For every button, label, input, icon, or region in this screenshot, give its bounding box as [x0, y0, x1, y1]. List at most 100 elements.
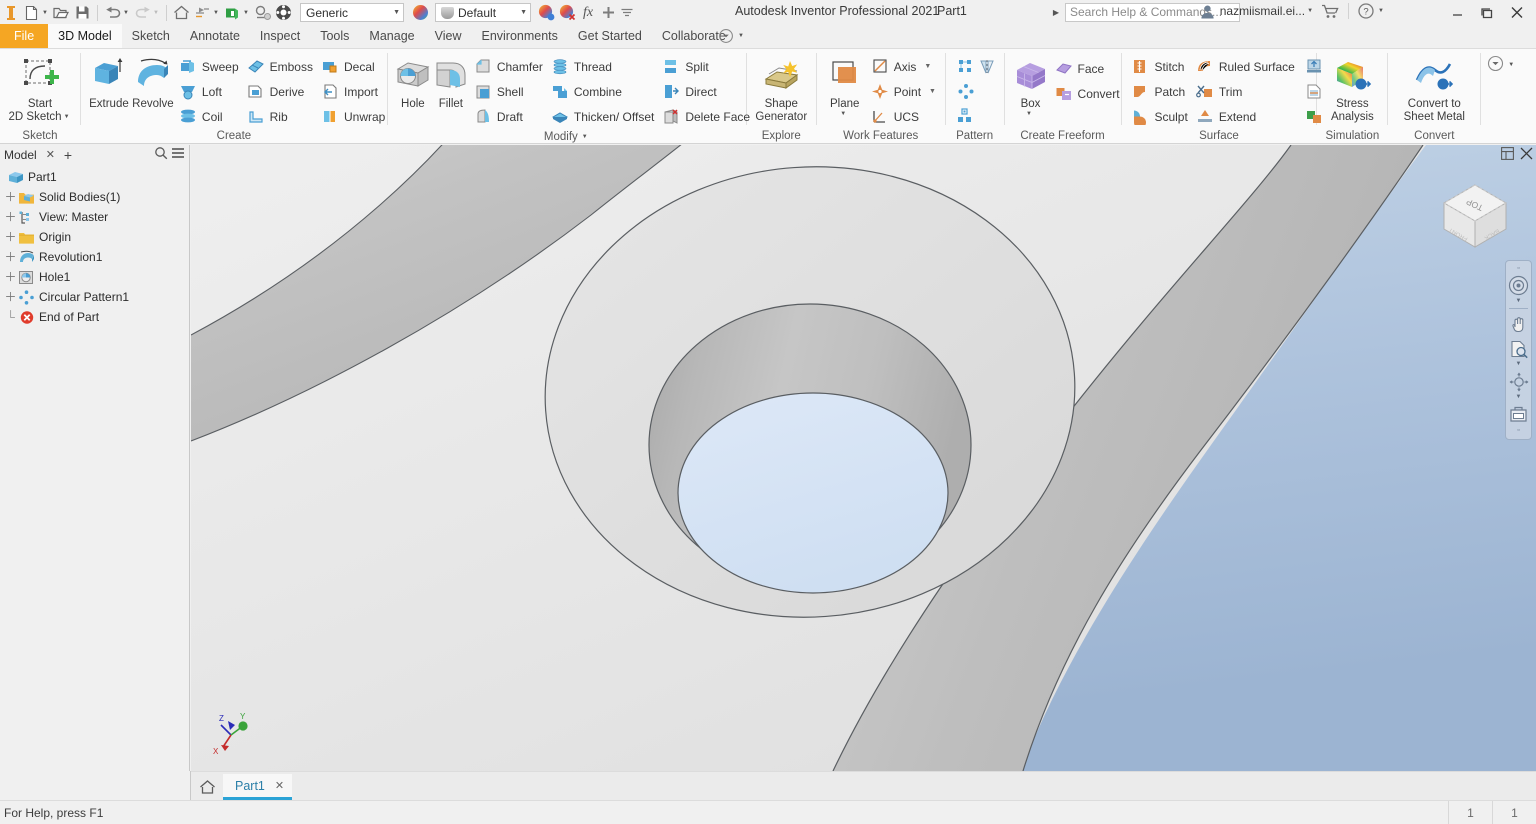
navbar-grip-bottom-icon[interactable]: ▫ [1517, 427, 1519, 435]
tree-item-origin[interactable]: ＋ Origin [0, 227, 189, 247]
face-button[interactable]: Face [1051, 56, 1124, 81]
expand-icon-circular-pattern1[interactable]: ＋ [4, 291, 17, 303]
select-icon[interactable] [252, 2, 273, 23]
appearance-browser-icon[interactable] [410, 2, 431, 23]
chevron-down-icon[interactable]: ▼ [387, 9, 400, 16]
expand-icon-solid-bodies[interactable]: ＋ [4, 191, 17, 203]
undo-icon[interactable] [102, 2, 123, 23]
orbit-caret-icon[interactable]: ▼ [1516, 394, 1522, 402]
tree-item-view-master[interactable]: ＋ View: Master [0, 207, 189, 227]
thicken-offset-button[interactable]: Thicken/ Offset [547, 104, 658, 129]
combine-button[interactable]: Combine [547, 79, 658, 104]
fillet-button[interactable]: Fillet [432, 52, 470, 111]
emboss-button[interactable]: Emboss [243, 54, 317, 79]
panel-title-modify[interactable]: Modify ▼ [388, 129, 746, 144]
wheel-caret-icon[interactable]: ▼ [1516, 298, 1522, 306]
split-button[interactable]: Split [658, 54, 754, 79]
sculpt-button[interactable]: Sculpt [1127, 104, 1191, 129]
expand-icon-origin[interactable]: ＋ [4, 231, 17, 243]
direct-button[interactable]: Direct [658, 79, 754, 104]
sweep-button[interactable]: Sweep [175, 54, 243, 79]
tab-inspect[interactable]: Inspect [250, 24, 310, 48]
close-button[interactable] [1502, 1, 1532, 25]
redo-icon[interactable] [132, 2, 153, 23]
decal-button[interactable]: Decal [317, 54, 389, 79]
restore-button[interactable] [1472, 1, 1502, 25]
shell-button[interactable]: Shell [470, 79, 547, 104]
tree-item-revolution1[interactable]: ＋ Revolution1 [0, 247, 189, 267]
model-browser-add-icon[interactable]: + [60, 147, 76, 163]
tab-manage[interactable]: Manage [359, 24, 424, 48]
draft-button[interactable]: Draft [470, 104, 547, 129]
convert-freeform-button[interactable]: Convert [1051, 81, 1124, 106]
ribbon-overflow-caret-icon[interactable]: ▼ [1508, 62, 1516, 68]
open-folder-icon[interactable] [51, 2, 72, 23]
panel-modify-caret-icon[interactable]: ▼ [582, 130, 590, 144]
import-button[interactable]: Import [317, 79, 389, 104]
save-icon[interactable] [72, 2, 93, 23]
revolve-button[interactable]: Revolve [131, 52, 175, 111]
axis-caret-icon[interactable]: ▼ [916, 63, 931, 70]
rib-button[interactable]: Rib [243, 104, 317, 129]
shopping-cart-icon[interactable] [1321, 4, 1348, 19]
return-dropdown-caret[interactable]: ▼ [213, 2, 222, 23]
ribbon-minimize-icon[interactable] [718, 28, 734, 44]
customize-qat-icon[interactable] [619, 2, 635, 23]
tab-annotate[interactable]: Annotate [180, 24, 250, 48]
stitch-button[interactable]: Stitch [1127, 54, 1191, 79]
new-file-dropdown-caret[interactable]: ▼ [42, 2, 51, 23]
appearance-wheel-icon[interactable] [273, 2, 294, 23]
tree-item-circular-pattern1[interactable]: ＋ Circular Pattern1 [0, 287, 189, 307]
extrude-button[interactable]: Extrude [87, 52, 131, 111]
rectangular-pattern-icon[interactable] [955, 57, 977, 77]
shape-generator-button[interactable]: Shape Generator [750, 52, 812, 124]
tree-item-solid-bodies[interactable]: ＋ Solid Bodies(1) [0, 187, 189, 207]
plane-caret-icon[interactable]: ▼ [840, 111, 848, 117]
undo-dropdown-caret[interactable]: ▼ [123, 2, 132, 23]
expand-icon-hole1[interactable]: ＋ [4, 271, 17, 283]
new-file-icon[interactable] [21, 2, 42, 23]
viewport-layout-icon[interactable] [1501, 147, 1514, 163]
axis-button[interactable]: Axis ▼ [867, 54, 940, 79]
box-button[interactable]: Box ▼ [1011, 52, 1051, 117]
expand-icon-revolution1[interactable]: ＋ [4, 251, 17, 263]
expand-icon-view-master[interactable]: ＋ [4, 211, 17, 223]
box-caret-icon[interactable]: ▼ [1026, 111, 1034, 117]
tab-tools[interactable]: Tools [310, 24, 359, 48]
redo-dropdown-caret[interactable]: ▼ [153, 2, 162, 23]
parameters-fx-icon[interactable]: fx [578, 2, 598, 23]
ribbon-overflow-group[interactable]: ▼ [1487, 55, 1516, 75]
account-name[interactable]: nazmiismail.ei... [1220, 4, 1305, 18]
return-icon[interactable] [192, 2, 213, 23]
loft-button[interactable]: Loft [175, 79, 243, 104]
stress-analysis-button[interactable]: Stress Analysis [1321, 52, 1383, 124]
chamfer-button[interactable]: Chamfer [470, 54, 547, 79]
material-combo[interactable]: Generic ▼ [300, 3, 404, 22]
tree-item-end-of-part[interactable]: └ End of Part [0, 307, 189, 327]
clear-appearance-icon[interactable] [557, 2, 578, 23]
start-2d-sketch-caret-icon[interactable]: ▼ [64, 111, 72, 124]
model-browser-close-icon[interactable]: ✕ [41, 148, 60, 161]
hole-button[interactable]: Hole [394, 52, 432, 111]
minimize-button[interactable] [1442, 1, 1472, 25]
help-dropdown-caret[interactable]: ▼ [1373, 8, 1386, 14]
mirror-icon[interactable] [977, 57, 999, 77]
derive-button[interactable]: Derive [243, 79, 317, 104]
zoom-caret-icon[interactable]: ▼ [1516, 361, 1522, 369]
document-tab-part1[interactable]: Part1 ✕ [223, 774, 293, 800]
chevron-down-icon-2[interactable]: ▼ [514, 9, 527, 16]
convert-to-sheet-metal-button[interactable]: Convert to Sheet Metal [1394, 52, 1474, 124]
tab-3d-model[interactable]: 3D Model [48, 24, 122, 48]
hamburger-menu-icon[interactable] [171, 147, 185, 162]
ucs-button[interactable]: UCS [867, 104, 940, 129]
home-tab-button[interactable] [191, 774, 223, 800]
tab-environments[interactable]: Environments [471, 24, 567, 48]
account-dropdown-caret[interactable]: ▼ [1304, 8, 1321, 14]
view-cube[interactable]: TOP FRONT BACK [1432, 175, 1518, 261]
home-icon[interactable] [171, 2, 192, 23]
unwrap-button[interactable]: Unwrap [317, 104, 389, 129]
viewport-close-icon[interactable] [1520, 147, 1533, 163]
full-navigation-wheel-icon[interactable] [1506, 273, 1531, 298]
update-dropdown-caret[interactable]: ▼ [243, 2, 252, 23]
document-tab-close-icon[interactable]: ✕ [265, 779, 284, 792]
